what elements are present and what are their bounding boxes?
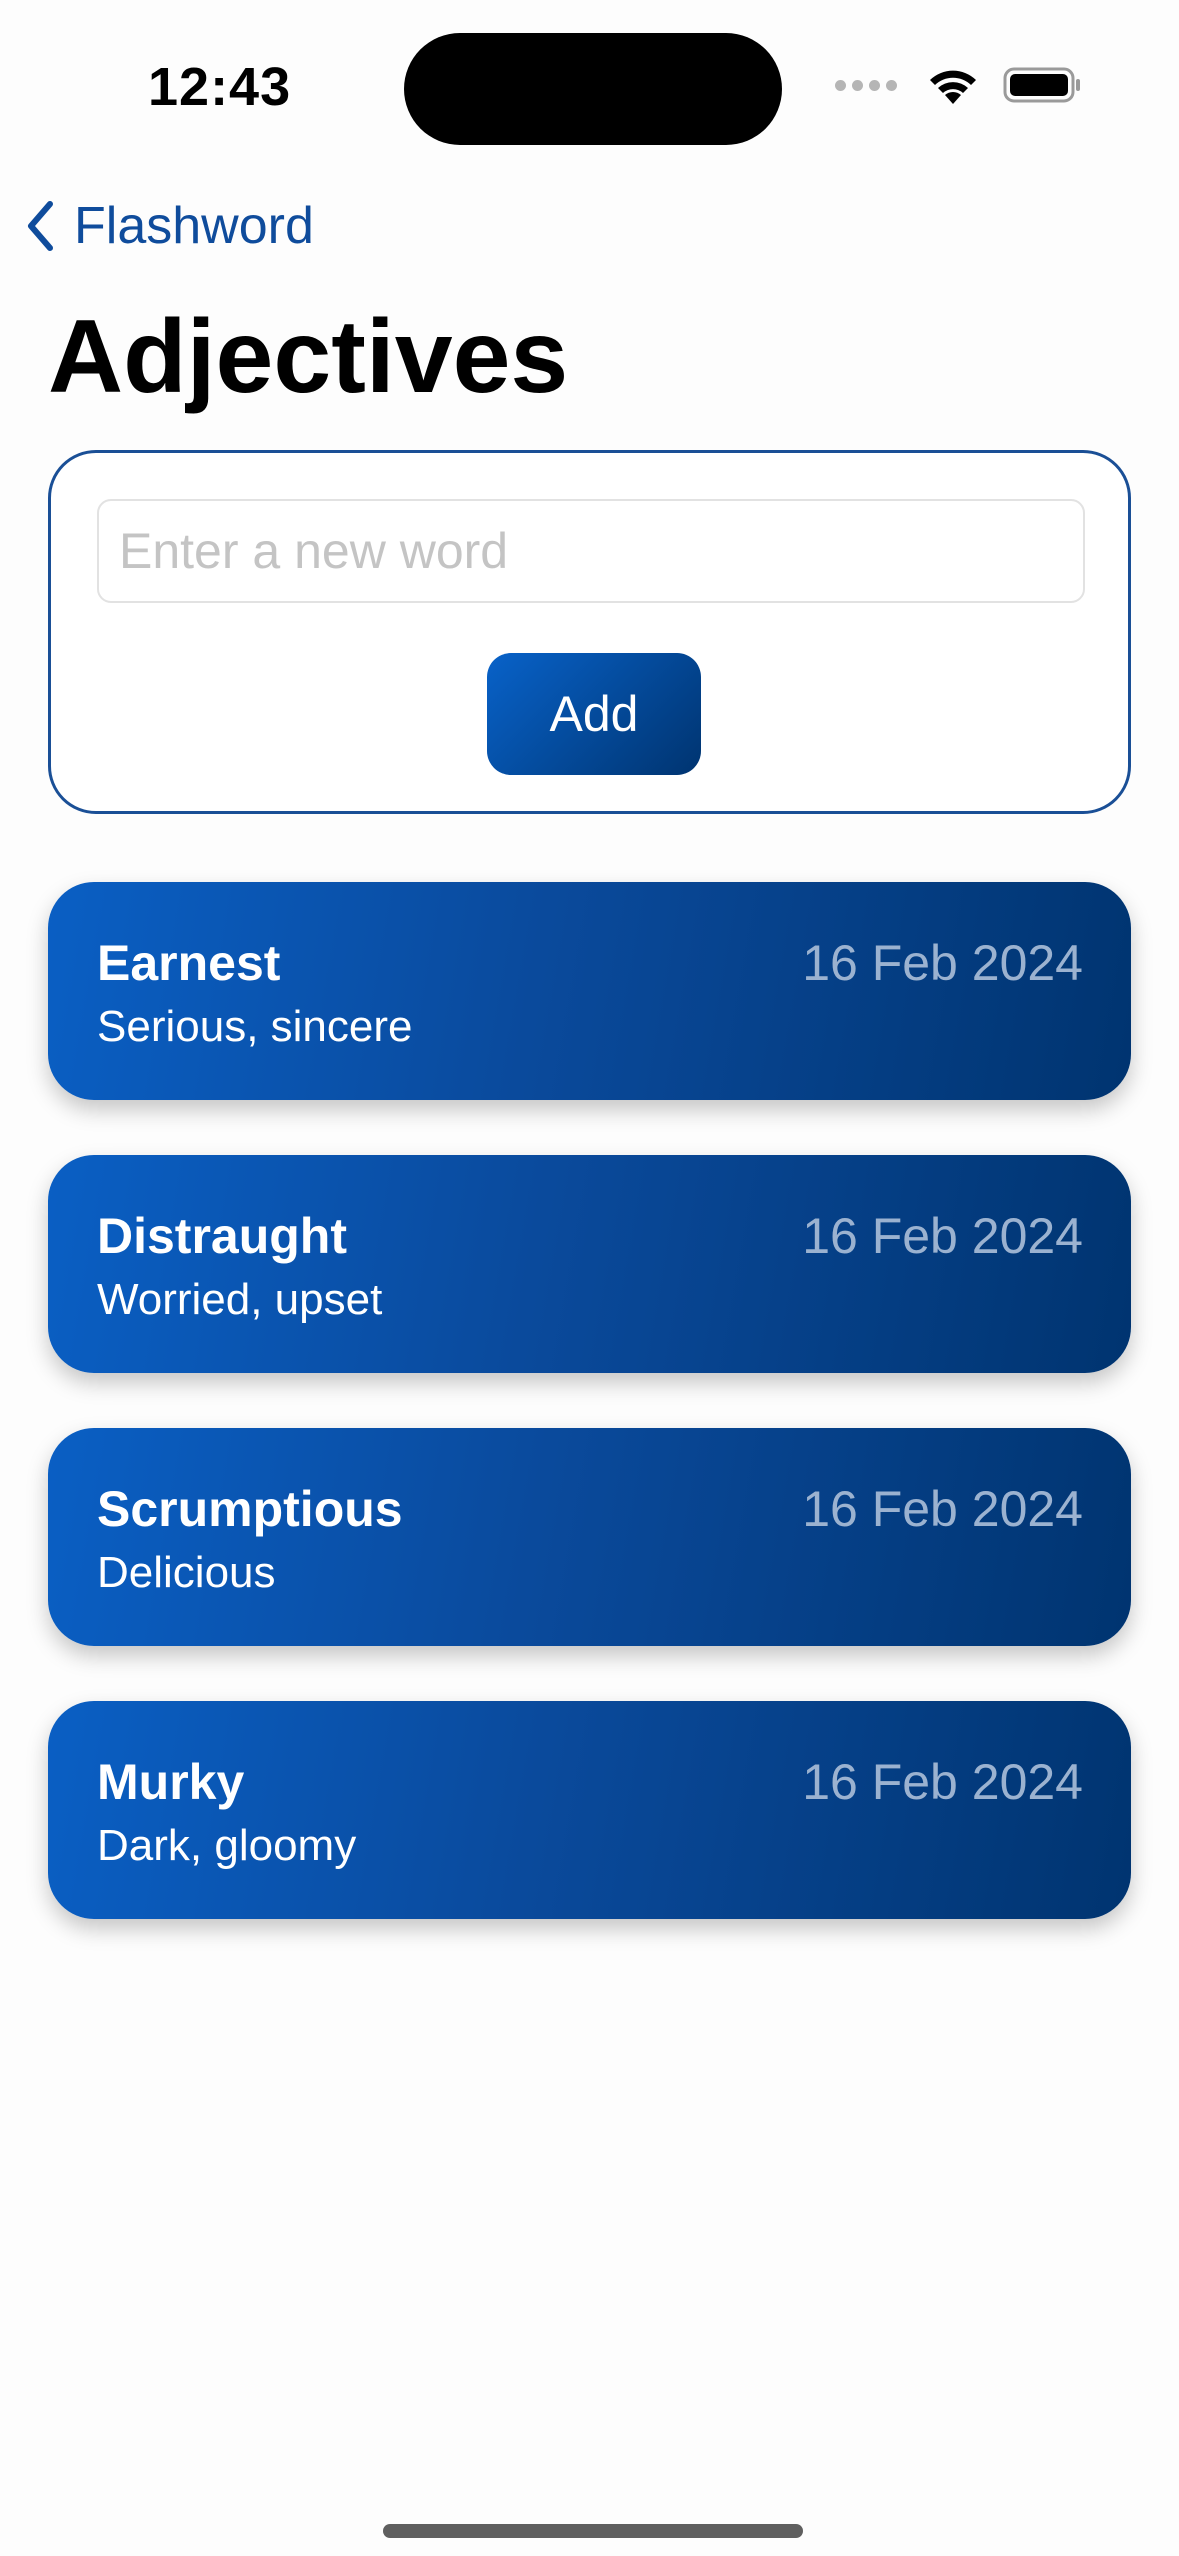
new-word-input[interactable] bbox=[97, 499, 1085, 603]
chevron-left-icon bbox=[28, 201, 53, 251]
status-icons bbox=[835, 64, 1083, 106]
home-indicator[interactable] bbox=[383, 2524, 803, 2538]
word-date: 16 Feb 2024 bbox=[802, 935, 1083, 991]
dynamic-island bbox=[404, 33, 782, 145]
word-definition: Delicious bbox=[97, 1548, 276, 1597]
status-time: 12:43 bbox=[148, 57, 292, 117]
word-definition: Dark, gloomy bbox=[97, 1821, 357, 1870]
back-button[interactable]: Flashword bbox=[26, 196, 314, 256]
word-term: Murky bbox=[97, 1754, 245, 1810]
word-date: 16 Feb 2024 bbox=[802, 1754, 1083, 1810]
word-date: 16 Feb 2024 bbox=[802, 1208, 1083, 1264]
add-button[interactable]: Add bbox=[487, 653, 701, 775]
word-card[interactable]: Earnest Serious, sincere 16 Feb 2024 bbox=[48, 882, 1131, 1100]
word-list: Earnest Serious, sincere 16 Feb 2024 Dis… bbox=[48, 882, 1131, 1974]
page-title: Adjectives bbox=[48, 299, 569, 415]
word-card[interactable]: Murky Dark, gloomy 16 Feb 2024 bbox=[48, 1701, 1131, 1919]
word-term: Distraught bbox=[97, 1208, 347, 1264]
word-term: Earnest bbox=[97, 935, 281, 991]
word-date: 16 Feb 2024 bbox=[802, 1481, 1083, 1537]
signal-dots-icon bbox=[835, 79, 897, 91]
word-definition: Worried, upset bbox=[97, 1275, 383, 1324]
back-label: Flashword bbox=[74, 197, 314, 255]
wifi-icon bbox=[930, 70, 976, 104]
battery-icon bbox=[1003, 67, 1080, 103]
word-card[interactable]: Scrumptious Delicious 16 Feb 2024 bbox=[48, 1428, 1131, 1646]
add-word-card: Add bbox=[48, 450, 1131, 814]
word-definition: Serious, sincere bbox=[97, 1002, 413, 1051]
word-card[interactable]: Distraught Worried, upset 16 Feb 2024 bbox=[48, 1155, 1131, 1373]
word-term: Scrumptious bbox=[97, 1481, 403, 1537]
